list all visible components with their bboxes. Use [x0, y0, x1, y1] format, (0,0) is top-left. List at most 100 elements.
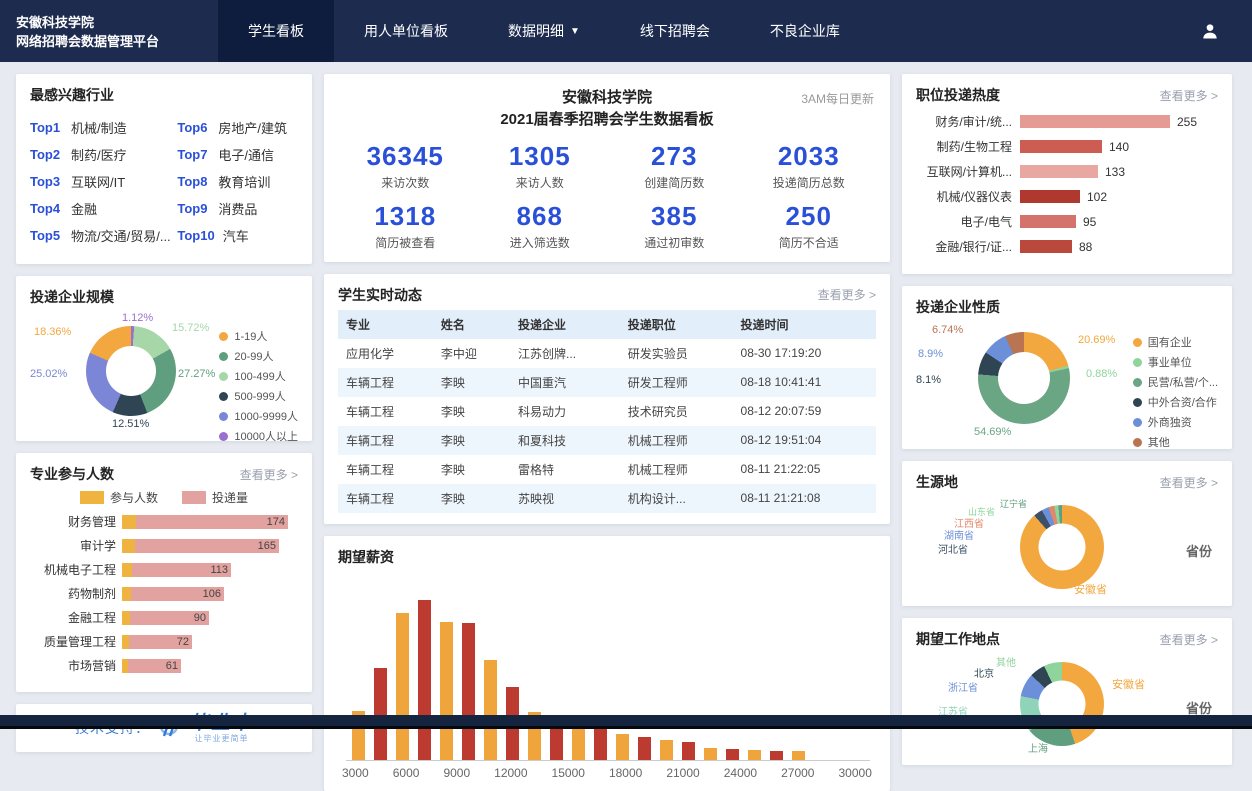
salary-bar[interactable] — [484, 660, 497, 760]
major-participation-more-link[interactable]: 查看更多 > — [240, 466, 298, 483]
legend-item[interactable]: 10000人以上 — [219, 428, 298, 444]
board-title-line2: 2021届春季招聘会学生数据看板 — [338, 109, 876, 131]
major-bar[interactable]: 174 — [122, 515, 288, 529]
table-row: 车辆工程李映苏映视机构设计...08-11 21:21:08 — [338, 484, 876, 513]
table-cell: 李映 — [433, 397, 510, 426]
salary-bar[interactable] — [440, 622, 453, 760]
hot-position-row: 财务/审计/统...255 — [916, 113, 1218, 130]
nav-offline-fair[interactable]: 线下招聘会 — [610, 0, 740, 62]
major-bar[interactable]: 90 — [122, 611, 209, 625]
legend-dot-icon — [1133, 418, 1142, 427]
company_nature-donut[interactable] — [978, 332, 1070, 424]
student-activity-more-link[interactable]: 查看更多 > — [818, 286, 876, 303]
major-bar[interactable]: 61 — [122, 659, 181, 673]
salary-bar[interactable] — [616, 734, 629, 760]
legend-item[interactable]: 国有企业 — [1133, 334, 1218, 350]
salary-bar[interactable] — [462, 623, 475, 760]
legend-item[interactable]: 100-499人 — [219, 368, 298, 384]
position-bar[interactable] — [1020, 240, 1072, 253]
legend-item[interactable]: 民营/私营/个... — [1133, 374, 1218, 390]
column-header: 投递职位 — [620, 310, 733, 339]
x-tick-label: 12000 — [494, 766, 527, 780]
legend-item[interactable]: 中外合资/合作 — [1133, 394, 1218, 410]
table-cell: 苏映视 — [510, 484, 620, 513]
table-cell: 应用化学 — [338, 339, 433, 368]
legend-item[interactable]: 外商独资 — [1133, 414, 1218, 430]
table-cell: 李映 — [433, 455, 510, 484]
submissions-bar-segment: 165 — [135, 539, 279, 553]
update-note: 3AM每日更新 — [801, 90, 874, 107]
position-value: 140 — [1109, 140, 1129, 154]
salary-bar[interactable] — [682, 742, 695, 760]
legend-item[interactable]: 投递量 — [182, 489, 248, 506]
salary-bar[interactable] — [396, 613, 409, 760]
table-cell: 和夏科技 — [510, 426, 620, 455]
nav-employer-board[interactable]: 用人单位看板 — [334, 0, 478, 62]
legend-label: 事业单位 — [1148, 354, 1192, 370]
legend-item[interactable]: 20-99人 — [219, 348, 298, 364]
legend-item[interactable]: 1000-9999人 — [219, 408, 298, 424]
hot-positions-more-link[interactable]: 查看更多 > — [1160, 87, 1218, 104]
work-location-donut-chart[interactable]: 省份 其他北京浙江省江苏省安徽省上海 — [916, 654, 1218, 754]
expected-salary-histogram[interactable] — [346, 591, 870, 761]
major-bar[interactable]: 72 — [122, 635, 192, 649]
major-bar[interactable]: 165 — [122, 539, 279, 553]
origin-donut[interactable] — [1020, 505, 1104, 589]
donut-label: 0.88% — [1086, 368, 1117, 380]
legend-item[interactable]: 500-999人 — [219, 388, 298, 404]
donut-label: 8.9% — [918, 348, 943, 360]
student-origin-donut-chart[interactable]: 省份 辽宁省山东省江西省湖南省河北省安徽省 — [916, 497, 1218, 595]
major-bar[interactable]: 106 — [122, 587, 224, 601]
company_scale-donut[interactable] — [86, 326, 176, 416]
stat-item: 2033投递简历总数 — [742, 141, 877, 191]
salary-bar[interactable] — [726, 749, 739, 760]
top-industries-title: 最感兴趣行业 — [30, 85, 114, 105]
salary-bar[interactable] — [660, 740, 673, 760]
nav-student-board[interactable]: 学生看板 — [218, 0, 334, 62]
position-bar[interactable] — [1020, 165, 1098, 178]
stat-value: 385 — [607, 201, 742, 232]
position-bar[interactable] — [1020, 215, 1076, 228]
industry-label: 汽车 — [223, 226, 249, 245]
major-participation-bar-chart[interactable]: 财务管理174审计学165机械电子工程113药物制剂106金融工程90质量管理工… — [30, 513, 298, 674]
major-bar[interactable]: 113 — [122, 563, 231, 577]
work-location-more-link[interactable]: 查看更多 > — [1160, 631, 1218, 648]
left-column: 最感兴趣行业 Top1机械/制造Top2制药/医疗Top3互联网/ITTop4金… — [16, 74, 312, 791]
company-nature-donut-chart[interactable]: 6.74%8.9%8.1%54.69%0.88%20.69%国有企业事业单位民营… — [916, 322, 1218, 438]
legend-item[interactable]: 1-19人 — [219, 328, 298, 344]
student-origin-more-link[interactable]: 查看更多 > — [1160, 474, 1218, 491]
position-bar[interactable] — [1020, 115, 1170, 128]
nav-bad-companies[interactable]: 不良企业库 — [740, 0, 870, 62]
salary-bar[interactable] — [704, 748, 717, 760]
hot-positions-bar-chart[interactable]: 财务/审计/统...255制药/生物工程140互联网/计算机...133机械/仪… — [916, 113, 1218, 255]
salary-bar[interactable] — [792, 751, 805, 760]
position-bar[interactable] — [1020, 190, 1080, 203]
x-tick-label: 15000 — [552, 766, 585, 780]
stat-value: 1305 — [473, 141, 608, 172]
legend-label: 100-499人 — [234, 368, 285, 384]
industry-rank: Top2 — [30, 147, 63, 162]
salary-bar[interactable] — [638, 737, 651, 760]
position-label: 金融/银行/证... — [916, 238, 1012, 255]
salary-bar[interactable] — [770, 751, 783, 760]
salary-bar[interactable] — [748, 750, 761, 760]
nav-data-detail[interactable]: 数据明细 ▼ — [478, 0, 610, 62]
company-scale-donut-chart[interactable]: 1.12%15.72%27.27%12.51%25.02%18.36%1-19人… — [30, 312, 298, 430]
legend-item[interactable]: 其他 — [1133, 434, 1218, 450]
work_location-donut[interactable] — [1020, 662, 1104, 746]
stat-label: 来访人数 — [473, 174, 608, 191]
user-avatar-icon[interactable] — [1194, 15, 1226, 47]
donut-label: 安徽省 — [1112, 676, 1145, 692]
donut-label: 上海 — [1028, 740, 1048, 755]
table-header: 专业姓名投递企业投递职位投递时间 — [338, 310, 876, 339]
x-tick-label: 27000 — [781, 766, 814, 780]
legend-item[interactable]: 事业单位 — [1133, 354, 1218, 370]
salary-bar[interactable] — [374, 668, 387, 760]
legend-label: 10000人以上 — [234, 428, 298, 444]
salary-bar[interactable] — [418, 600, 431, 760]
position-bar[interactable] — [1020, 140, 1102, 153]
table-cell: 雷格特 — [510, 455, 620, 484]
donut-label: 辽宁省 — [1000, 497, 1027, 510]
submissions-bar-segment: 113 — [132, 563, 231, 577]
legend-item[interactable]: 参与人数 — [80, 489, 158, 506]
